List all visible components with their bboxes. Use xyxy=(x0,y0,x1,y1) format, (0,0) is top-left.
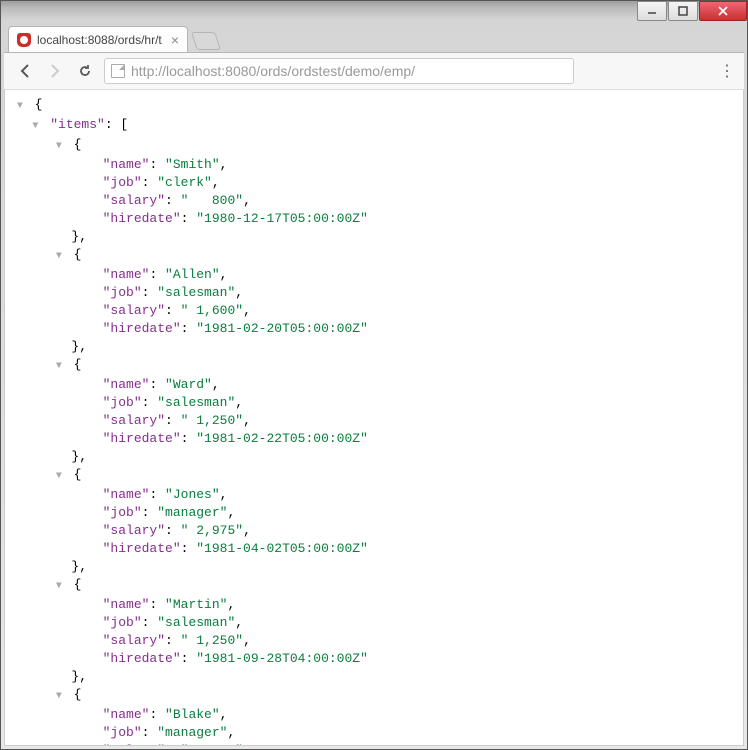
close-tab-icon[interactable]: × xyxy=(171,32,179,48)
back-button[interactable] xyxy=(14,60,36,82)
url-text: http://localhost:8080/ords/ordstest/demo… xyxy=(131,63,415,79)
reload-button[interactable] xyxy=(74,60,96,82)
close-button[interactable] xyxy=(699,1,747,21)
collapse-toggle-icon[interactable]: ▼ xyxy=(32,118,42,136)
tab-title: localhost:8088/ords/hr/t xyxy=(37,33,165,47)
collapse-toggle-icon[interactable]: ▼ xyxy=(56,248,66,266)
favicon-icon xyxy=(17,33,31,47)
menu-button[interactable]: ⋮ xyxy=(719,61,734,81)
tab-strip: localhost:8088/ords/hr/t × xyxy=(0,24,748,52)
forward-button[interactable] xyxy=(44,60,66,82)
address-bar[interactable]: http://localhost:8080/ords/ordstest/demo… xyxy=(104,58,574,84)
browser-toolbar: http://localhost:8080/ords/ordstest/demo… xyxy=(4,52,744,90)
collapse-toggle-icon[interactable]: ▼ xyxy=(56,138,66,156)
collapse-toggle-icon[interactable]: ▼ xyxy=(56,688,66,706)
collapse-toggle-icon[interactable]: ▼ xyxy=(56,358,66,376)
maximize-button[interactable] xyxy=(668,1,698,21)
json-viewer[interactable]: ▼ { ▼ "items": [ ▼ { "name": "Smith", "j… xyxy=(5,90,743,745)
new-tab-button[interactable] xyxy=(191,32,221,50)
collapse-toggle-icon[interactable]: ▼ xyxy=(56,468,66,486)
minimize-button[interactable] xyxy=(637,1,667,21)
page-icon xyxy=(111,64,125,78)
browser-tab[interactable]: localhost:8088/ords/hr/t × xyxy=(8,26,188,52)
collapse-toggle-icon[interactable]: ▼ xyxy=(56,578,66,596)
page-content: ▼ { ▼ "items": [ ▼ { "name": "Smith", "j… xyxy=(4,90,744,746)
collapse-toggle-icon[interactable]: ▼ xyxy=(17,98,27,116)
